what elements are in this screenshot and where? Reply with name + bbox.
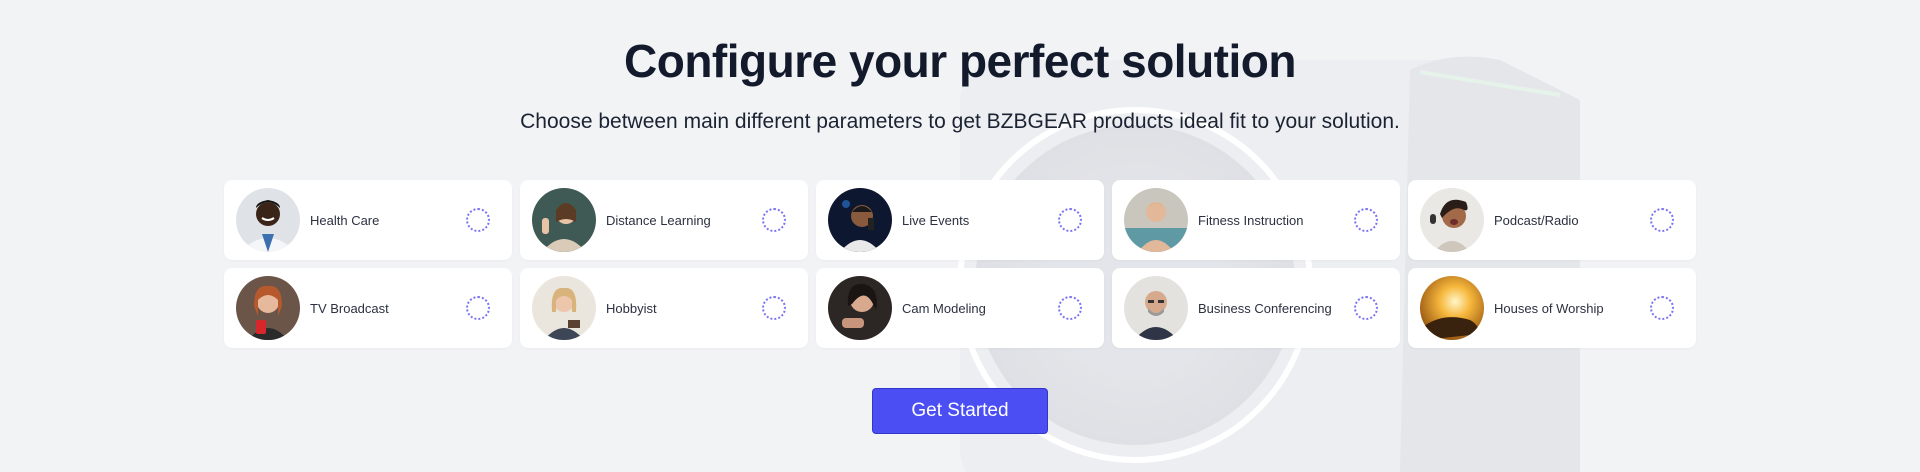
option-label: TV Broadcast bbox=[310, 300, 389, 316]
health-care-avatar bbox=[236, 188, 300, 252]
business-conferencing-avatar bbox=[1124, 276, 1188, 340]
fitness-instruction-avatar bbox=[1124, 188, 1188, 252]
option-card-hobbyist[interactable]: Hobbyist bbox=[520, 268, 808, 348]
option-label: Live Events bbox=[902, 212, 970, 228]
houses-of-worship-avatar bbox=[1420, 276, 1484, 340]
tv-broadcast-avatar bbox=[236, 276, 300, 340]
cam-modeling-avatar bbox=[828, 276, 892, 340]
option-radio[interactable] bbox=[466, 296, 490, 320]
use-case-grid: Health Care Distance Learning Live Event… bbox=[224, 180, 1696, 348]
live-events-avatar bbox=[828, 188, 892, 252]
option-card-fitness-instruction[interactable]: Fitness Instruction bbox=[1112, 180, 1400, 260]
page-subtitle: Choose between main different parameters… bbox=[520, 110, 1400, 133]
option-label: Fitness Instruction bbox=[1198, 212, 1304, 228]
option-card-houses-of-worship[interactable]: Houses of Worship bbox=[1408, 268, 1696, 348]
option-radio[interactable] bbox=[1650, 208, 1674, 232]
option-card-tv-broadcast[interactable]: TV Broadcast bbox=[224, 268, 512, 348]
option-label: Distance Learning bbox=[606, 212, 711, 228]
option-radio[interactable] bbox=[1058, 296, 1082, 320]
distance-learning-avatar bbox=[532, 188, 596, 252]
option-card-health-care[interactable]: Health Care bbox=[224, 180, 512, 260]
option-card-distance-learning[interactable]: Distance Learning bbox=[520, 180, 808, 260]
option-radio[interactable] bbox=[762, 208, 786, 232]
option-radio[interactable] bbox=[1058, 208, 1082, 232]
option-radio[interactable] bbox=[1650, 296, 1674, 320]
option-card-podcast-radio[interactable]: Podcast/Radio bbox=[1408, 180, 1696, 260]
page-title: Configure your perfect solution bbox=[624, 35, 1296, 87]
option-card-cam-modeling[interactable]: Cam Modeling bbox=[816, 268, 1104, 348]
option-label: Podcast/Radio bbox=[1494, 212, 1579, 228]
option-card-live-events[interactable]: Live Events bbox=[816, 180, 1104, 260]
option-radio[interactable] bbox=[1354, 208, 1378, 232]
option-label: Cam Modeling bbox=[902, 300, 986, 316]
option-label: Business Conferencing bbox=[1198, 300, 1332, 316]
podcast-radio-avatar bbox=[1420, 188, 1484, 252]
get-started-button[interactable]: Get Started bbox=[872, 388, 1048, 434]
option-label: Houses of Worship bbox=[1494, 300, 1604, 316]
option-radio[interactable] bbox=[466, 208, 490, 232]
option-label: Health Care bbox=[310, 212, 380, 228]
option-radio[interactable] bbox=[762, 296, 786, 320]
configurator-section: Configure your perfect solution Choose b… bbox=[0, 0, 1920, 472]
option-card-business-conferencing[interactable]: Business Conferencing bbox=[1112, 268, 1400, 348]
option-label: Hobbyist bbox=[606, 300, 657, 316]
hobbyist-avatar bbox=[532, 276, 596, 340]
option-radio[interactable] bbox=[1354, 296, 1378, 320]
